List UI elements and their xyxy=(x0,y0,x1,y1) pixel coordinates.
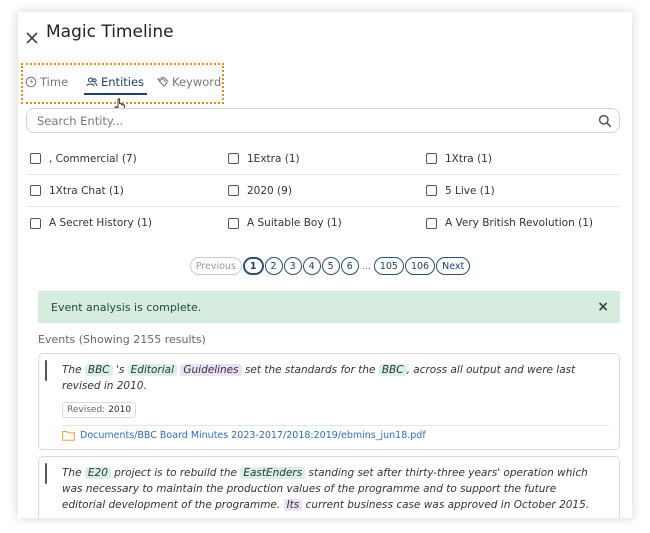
event-text-segment: project is to rebuild the xyxy=(110,467,241,479)
entity-item: 1Xtra (1) xyxy=(422,153,620,165)
page-button-106[interactable]: 106 xyxy=(404,257,436,275)
tab-entities[interactable]: Entities xyxy=(83,75,148,95)
previous-button[interactable]: Previous xyxy=(189,257,242,275)
entity-item: , Commercial (7) xyxy=(26,153,224,165)
entity-checkbox[interactable] xyxy=(228,153,239,164)
tab-time[interactable]: Time xyxy=(25,75,68,89)
search-field xyxy=(26,108,620,133)
event-card: The E20 project is to rebuild the EastEn… xyxy=(38,456,620,518)
panel-header: Magic Timeline xyxy=(18,12,632,62)
entity-tag[interactable]: Guidelines xyxy=(180,364,242,376)
event-text-segment: The xyxy=(62,467,85,479)
page-button-105[interactable]: 105 xyxy=(373,257,404,275)
entity-row: , Commercial (7) 1Extra (1) 1Xtra (1) xyxy=(26,143,620,175)
revised-value: 2010 xyxy=(108,405,132,415)
event-text-segment: set the standards for the xyxy=(241,364,379,376)
entity-tag[interactable]: Its xyxy=(283,499,303,511)
entity-checkbox[interactable] xyxy=(426,185,437,196)
alert-text: Event analysis is complete. xyxy=(51,300,202,314)
success-alert: Event analysis is complete. × xyxy=(38,291,620,323)
event-text: The E20 project is to rebuild the EastEn… xyxy=(62,465,602,513)
page-button-1[interactable]: 1 xyxy=(242,257,264,275)
entity-tag[interactable]: EastEnders xyxy=(240,467,306,479)
revised-label: Revised: xyxy=(67,405,106,415)
search-icon[interactable] xyxy=(598,114,612,128)
page-button-2[interactable]: 2 xyxy=(264,257,283,275)
pagination-ellipsis: ... xyxy=(359,257,373,275)
magic-timeline-panel: Magic Timeline Time Entities Keyword Sea… xyxy=(18,12,632,518)
entity-checkbox[interactable] xyxy=(426,153,437,164)
entity-row: 1Xtra Chat (1) 2020 (9) 5 Live (1) xyxy=(26,175,620,207)
alert-close-button[interactable]: × xyxy=(597,299,609,315)
clock-icon xyxy=(25,76,37,88)
entity-tag[interactable]: Editorial xyxy=(127,364,178,376)
entity-item: 2020 (9) xyxy=(224,185,422,197)
entity-tag[interactable]: BBC xyxy=(84,364,113,376)
entity-row: A Secret History (1) A Suitable Boy (1) … xyxy=(26,207,620,239)
card-divider xyxy=(62,425,609,426)
event-text-segment: The xyxy=(62,364,85,376)
entity-item: 1Xtra Chat (1) xyxy=(26,185,224,197)
entity-item: A Suitable Boy (1) xyxy=(224,217,422,229)
next-button[interactable]: Next xyxy=(436,257,471,275)
entity-checkbox[interactable] xyxy=(426,217,437,229)
page-button-5[interactable]: 5 xyxy=(321,257,340,275)
folder-icon xyxy=(62,431,75,441)
entity-tag[interactable]: BBC xyxy=(378,364,407,376)
tab-label: Time xyxy=(40,75,69,89)
entity-label: A Secret History (1) xyxy=(49,217,152,229)
entity-checkbox[interactable] xyxy=(228,185,239,196)
page-button-3[interactable]: 3 xyxy=(283,257,302,275)
page-button-4[interactable]: 4 xyxy=(302,257,321,275)
entity-label: A Very British Revolution (1) xyxy=(445,217,593,229)
people-icon xyxy=(86,77,98,87)
event-checkbox[interactable] xyxy=(45,360,47,381)
tags-icon xyxy=(157,77,169,87)
entity-label: 1Xtra (1) xyxy=(445,152,492,165)
page-title: Magic Timeline xyxy=(46,22,174,42)
entity-label: 1Xtra Chat (1) xyxy=(49,184,124,197)
entity-label: 5 Live (1) xyxy=(445,184,495,197)
entity-label: , Commercial (7) xyxy=(49,152,137,165)
entity-checkbox[interactable] xyxy=(30,185,41,196)
pagination: Previous 1 2 3 4 5 6 ... 105 106 Next xyxy=(18,256,632,276)
event-text-segment: current business case was approved in Oc… xyxy=(302,499,590,511)
entity-label: 1Extra (1) xyxy=(247,152,300,165)
event-text: The BBC 's Editorial Guidelines set the … xyxy=(62,362,602,394)
file-path: Documents/BBC Board Minutes 2023-2017/20… xyxy=(80,430,426,441)
page-button-6[interactable]: 6 xyxy=(340,257,359,275)
entity-label: A Suitable Boy (1) xyxy=(247,217,342,229)
search-input[interactable] xyxy=(35,112,595,130)
entity-item: 1Extra (1) xyxy=(224,153,422,165)
event-checkbox[interactable] xyxy=(45,463,47,484)
events-heading: Events (Showing 2155 results) xyxy=(38,333,206,346)
close-icon[interactable] xyxy=(24,30,40,46)
entity-checkbox[interactable] xyxy=(30,153,41,164)
entity-tag[interactable]: E20 xyxy=(84,467,111,479)
entity-item: A Secret History (1) xyxy=(26,217,224,229)
source-file-link[interactable]: Documents/BBC Board Minutes 2023-2017/20… xyxy=(62,430,426,441)
entity-list: , Commercial (7) 1Extra (1) 1Xtra (1) 1X… xyxy=(26,143,620,239)
event-card: The BBC 's Editorial Guidelines set the … xyxy=(38,353,620,450)
event-text-segment: 's xyxy=(112,364,128,376)
tab-keyword[interactable]: Keyword xyxy=(157,75,221,89)
entity-item: A Very British Revolution (1) xyxy=(422,217,620,229)
revised-badge: Revised: 2010 xyxy=(62,402,137,418)
entity-label: 2020 (9) xyxy=(247,184,292,197)
entity-checkbox[interactable] xyxy=(228,217,239,229)
tab-label: Keyword xyxy=(172,75,222,89)
entity-item: 5 Live (1) xyxy=(422,185,620,197)
entity-checkbox[interactable] xyxy=(30,217,41,229)
tab-label: Entities xyxy=(101,75,145,89)
